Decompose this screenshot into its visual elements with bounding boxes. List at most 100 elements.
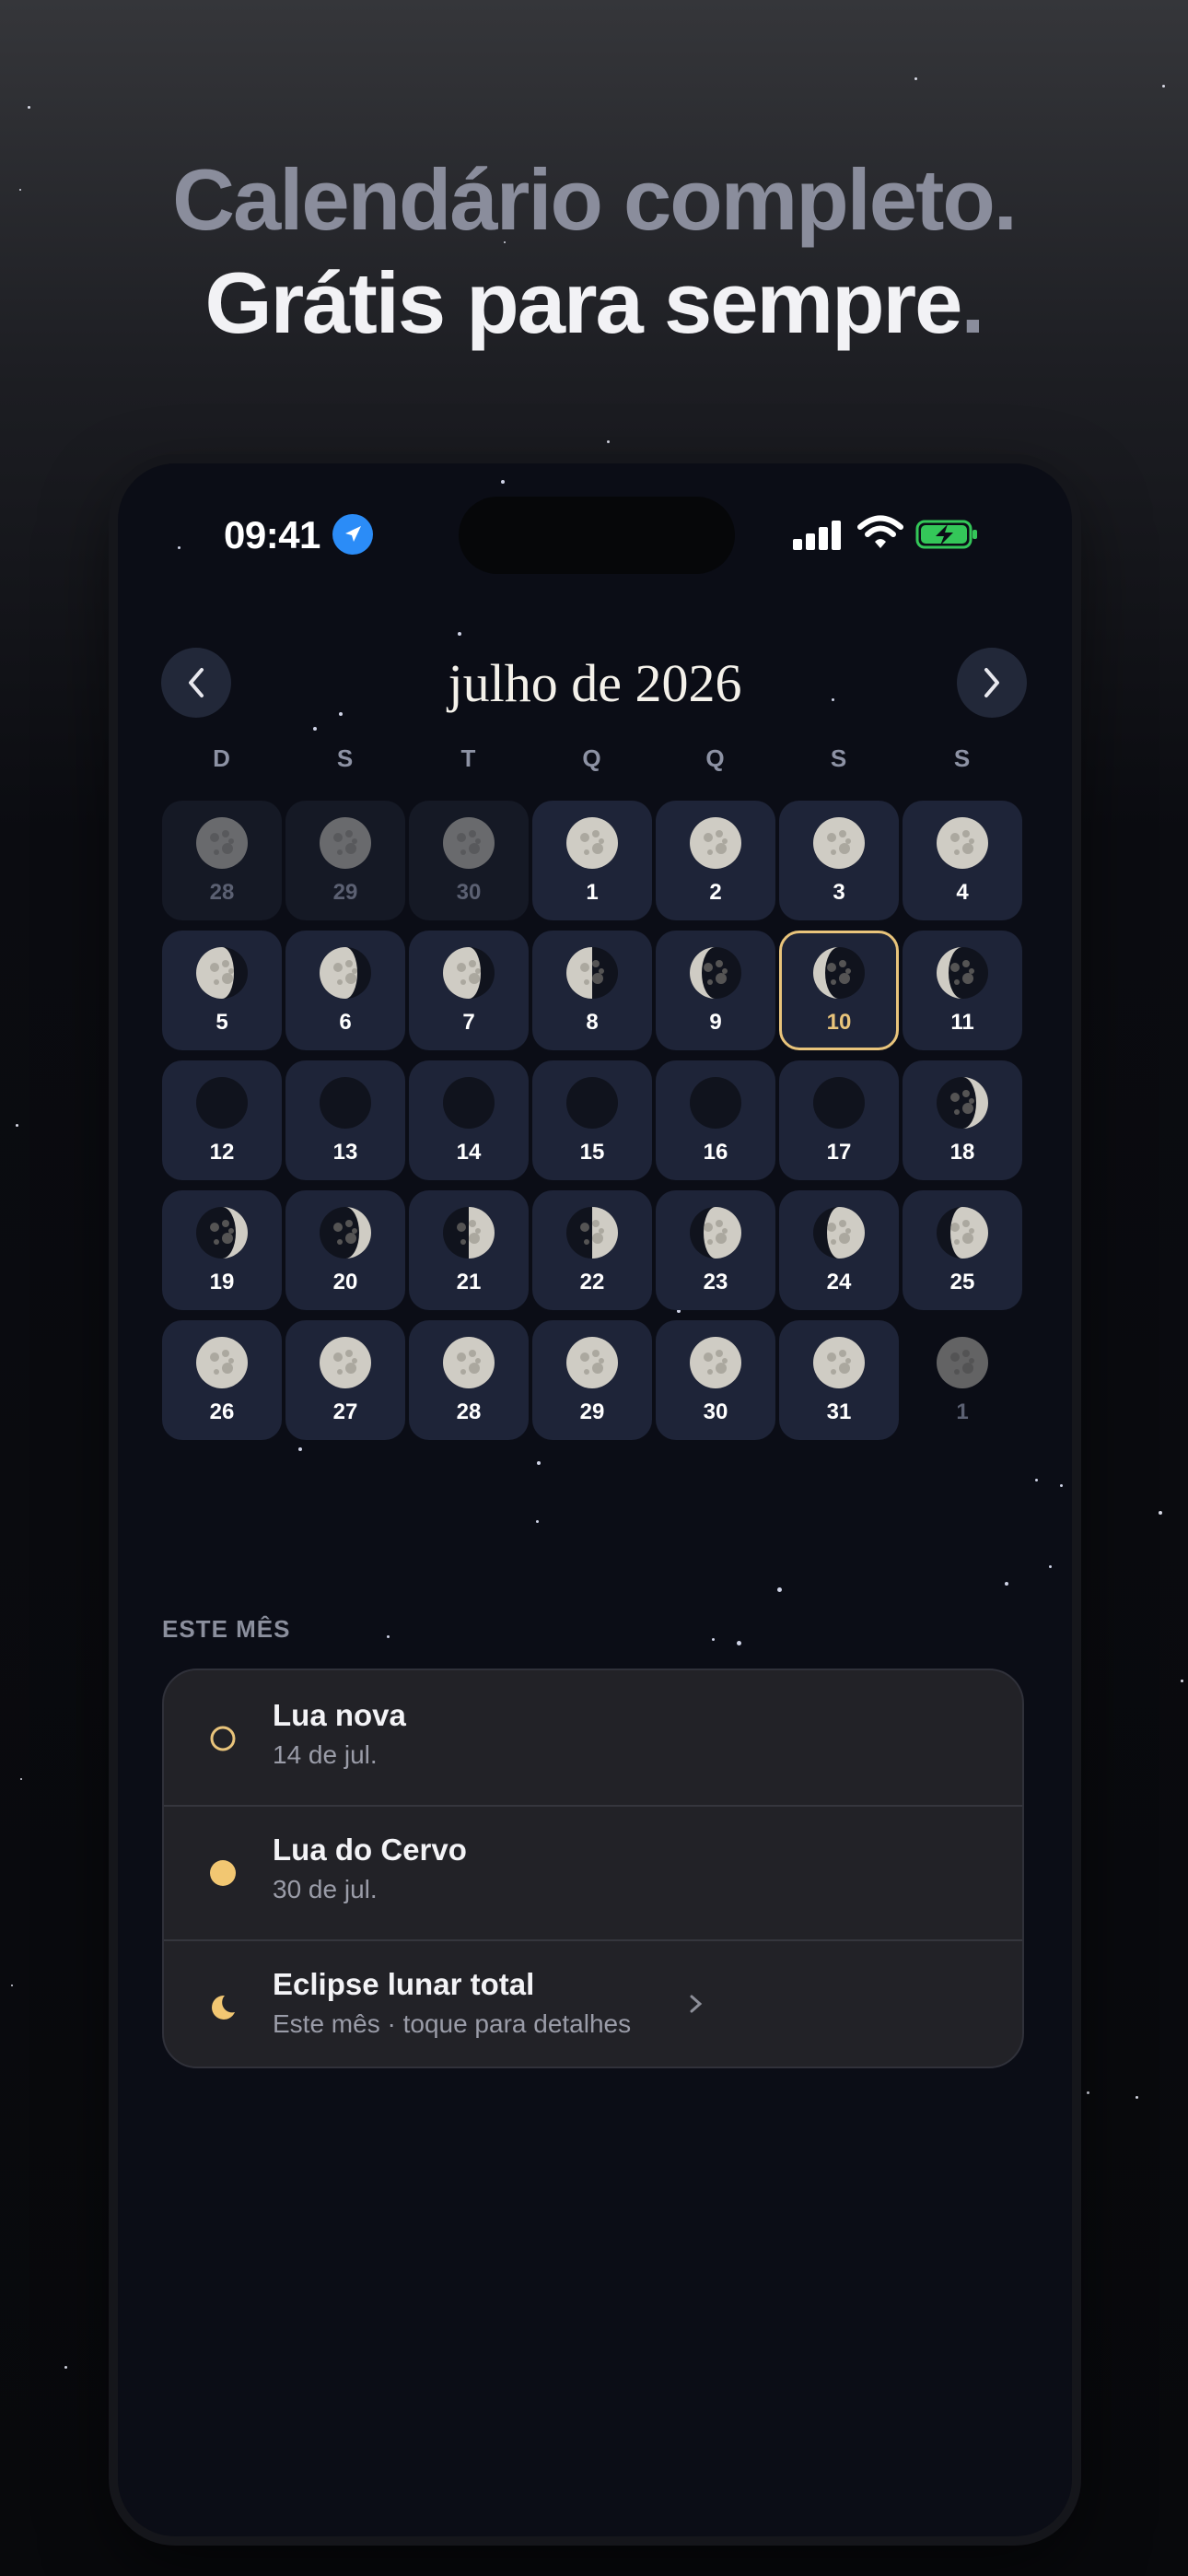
moon-phase-icon [318, 1335, 373, 1390]
calendar-day[interactable]: 5 [162, 931, 282, 1050]
moon-phase-icon [194, 945, 250, 1001]
day-number: 30 [456, 880, 482, 905]
calendar-day[interactable]: 27 [285, 1320, 405, 1440]
day-number: 15 [579, 1140, 605, 1165]
calendar-day[interactable]: 30 [656, 1320, 775, 1440]
crescent-moon-icon [208, 1993, 238, 2022]
calendar-day[interactable]: 25 [903, 1190, 1022, 1310]
day-number: 30 [703, 1399, 728, 1424]
calendar-day[interactable]: 29 [532, 1320, 652, 1440]
moon-phase-icon [318, 815, 373, 871]
day-number: 9 [709, 1010, 722, 1035]
moon-phase-icon [565, 815, 620, 871]
calendar-day[interactable]: 9 [656, 931, 775, 1050]
event-title: Lua do Cervo [273, 1832, 467, 1867]
calendar-day[interactable]: 21 [409, 1190, 529, 1310]
calendar-day[interactable]: 4 [903, 801, 1022, 920]
event-subtitle: 14 de jul. [273, 1740, 378, 1769]
day-number: 14 [456, 1140, 482, 1165]
moon-phase-icon [565, 1205, 620, 1260]
calendar-day[interactable]: 14 [409, 1060, 529, 1180]
moon-phase-icon [688, 1205, 743, 1260]
calendar-day[interactable]: 28 [162, 801, 282, 920]
calendar-day[interactable]: 6 [285, 931, 405, 1050]
calendar-day[interactable]: 19 [162, 1190, 282, 1310]
day-number: 12 [209, 1140, 235, 1165]
day-number: 23 [703, 1270, 728, 1294]
weekday-header: Q [705, 744, 726, 772]
weekday-header: D [213, 744, 231, 772]
moon-phase-icon [688, 1075, 743, 1130]
moon-phase-icon [441, 945, 496, 1001]
calendar-day[interactable]: 26 [162, 1320, 282, 1440]
calendar-day[interactable]: 23 [656, 1190, 775, 1310]
moon-phase-icon [441, 1335, 496, 1390]
calendar-day[interactable]: 20 [285, 1190, 405, 1310]
calendar-day[interactable]: 22 [532, 1190, 652, 1310]
calendar-day[interactable]: 2 [656, 801, 775, 920]
previous-month-button[interactable] [161, 648, 231, 718]
location-arrow-icon [332, 514, 373, 555]
day-number: 28 [209, 880, 235, 905]
day-number: 31 [826, 1399, 852, 1424]
calendar-day[interactable]: 15 [532, 1060, 652, 1180]
moon-phase-icon [811, 1205, 867, 1260]
calendar-day-today[interactable]: 10 [779, 931, 899, 1050]
day-number: 11 [950, 1010, 974, 1035]
day-number: 25 [949, 1270, 975, 1294]
moon-phase-icon [811, 945, 867, 1001]
status-time: 09:41 [224, 513, 320, 556]
calendar-day[interactable]: 31 [779, 1320, 899, 1440]
calendar-day[interactable]: 12 [162, 1060, 282, 1180]
day-number: 21 [456, 1270, 482, 1294]
headline-line-2: Grátis para sempre. [0, 260, 1188, 346]
moon-phase-icon [194, 1335, 250, 1390]
day-number: 18 [949, 1140, 975, 1165]
calendar-day[interactable]: 18 [903, 1060, 1022, 1180]
day-number: 3 [833, 880, 845, 905]
moon-phase-icon [565, 945, 620, 1001]
day-number: 1 [956, 1399, 969, 1424]
headline-line-2-dot: . [961, 254, 984, 351]
calendar-day[interactable]: 11 [903, 931, 1022, 1050]
dynamic-island [459, 497, 735, 574]
event-subtitle: 30 de jul. [273, 1875, 378, 1903]
event-title: Eclipse lunar total [273, 1967, 535, 2001]
moon-phase-icon [194, 815, 250, 871]
moon-phase-icon [935, 945, 990, 1001]
calendar-day[interactable]: 29 [285, 801, 405, 920]
day-number: 10 [826, 1010, 852, 1035]
calendar-day[interactable]: 1 [903, 1320, 1022, 1440]
calendar-day[interactable]: 24 [779, 1190, 899, 1310]
day-number: 7 [462, 1010, 475, 1035]
event-row-new-moon[interactable]: Lua nova 14 de jul. [164, 1670, 1022, 1807]
calendar-day[interactable]: 28 [409, 1320, 529, 1440]
moon-phase-icon [565, 1075, 620, 1130]
calendar-day[interactable]: 17 [779, 1060, 899, 1180]
moon-phase-icon [688, 815, 743, 871]
chevron-right-icon [687, 1985, 705, 2022]
headline-line-1: Calendário completo. [172, 151, 1018, 248]
moon-phase-icon [194, 1075, 250, 1130]
month-title: julho de 2026 [448, 653, 742, 713]
new-moon-outline-icon [208, 1724, 238, 1753]
calendar-day[interactable]: 8 [532, 931, 652, 1050]
calendar-day[interactable]: 13 [285, 1060, 405, 1180]
calendar-day[interactable]: 3 [779, 801, 899, 920]
event-row-full-moon[interactable]: Lua do Cervo 30 de jul. [164, 1805, 1022, 1941]
day-number: 27 [332, 1399, 358, 1424]
day-number: 6 [339, 1010, 352, 1035]
chevron-left-icon [189, 668, 204, 697]
moon-phase-icon [688, 1335, 743, 1390]
moon-phase-icon [688, 945, 743, 1001]
calendar-day[interactable]: 16 [656, 1060, 775, 1180]
calendar-day[interactable]: 30 [409, 801, 529, 920]
events-card: Lua nova 14 de jul. Lua do Cervo 30 de j… [162, 1669, 1024, 2068]
calendar-day[interactable]: 1 [532, 801, 652, 920]
next-month-button[interactable] [957, 648, 1027, 718]
day-number: 26 [209, 1399, 235, 1424]
event-row-eclipse[interactable]: Eclipse lunar total Este mês · toque par… [164, 1939, 1022, 2067]
calendar-day[interactable]: 7 [409, 931, 529, 1050]
day-number: 4 [956, 880, 969, 905]
section-label-this-month: ESTE MÊS [162, 1615, 291, 1643]
